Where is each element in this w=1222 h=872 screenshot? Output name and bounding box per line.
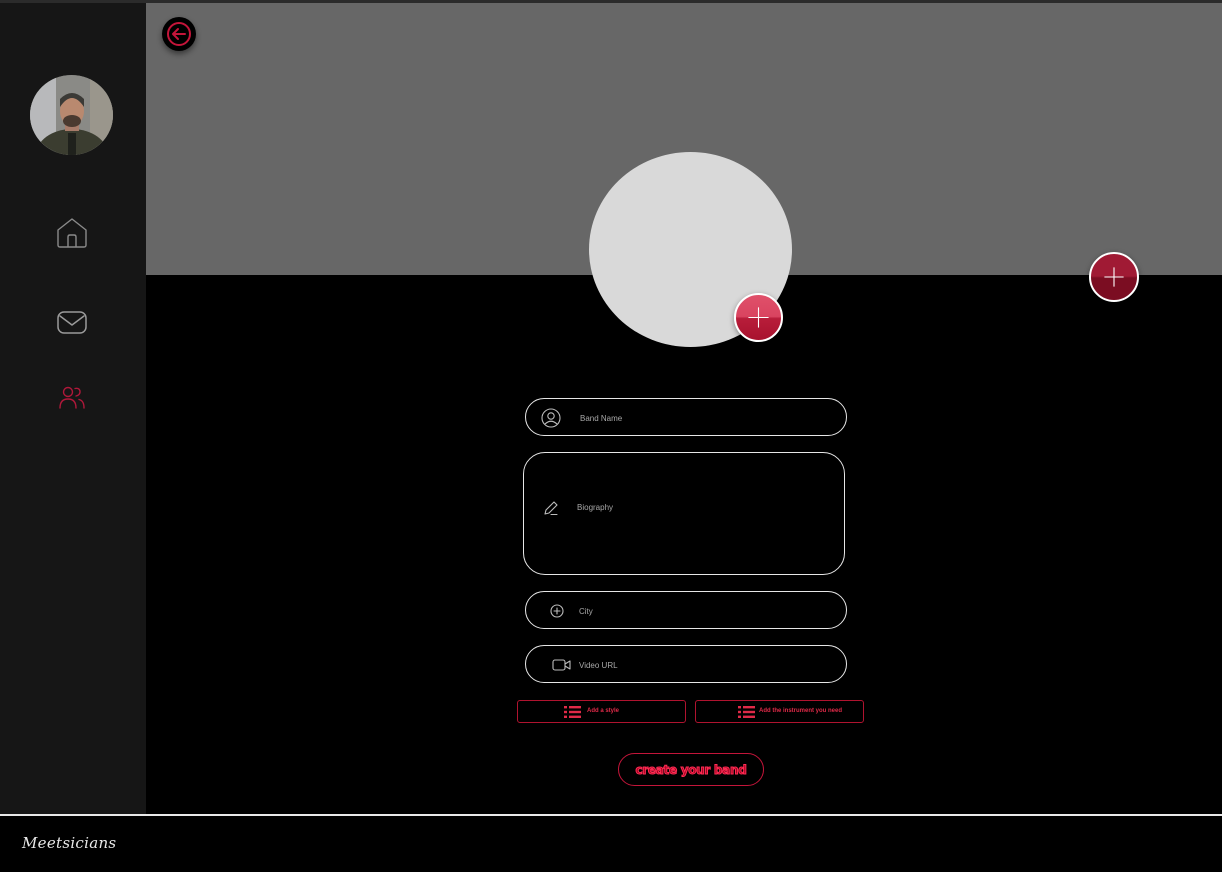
app-logo: Meetsicians: [22, 834, 117, 852]
create-band-label: create your band: [635, 762, 747, 777]
biography-field[interactable]: [523, 452, 845, 575]
mail-icon: [57, 311, 87, 334]
video-camera-icon: [551, 654, 573, 676]
nav-messages[interactable]: [55, 305, 89, 339]
create-band-button[interactable]: create your band: [618, 753, 764, 786]
biography-input[interactable]: [577, 503, 827, 563]
plus-circle-icon: [546, 600, 568, 622]
avatar[interactable]: [30, 75, 113, 155]
sidebar: [0, 3, 146, 814]
video-url-field[interactable]: [525, 645, 847, 683]
list-icon: [738, 706, 755, 718]
add-style-label: Add a style: [587, 708, 620, 714]
plus-icon: [1104, 267, 1124, 287]
add-instrument-button[interactable]: Add the instrument you need: [695, 700, 864, 723]
home-icon: [57, 218, 87, 248]
avatar-photo: [30, 75, 113, 155]
user-circle-icon: [540, 407, 562, 429]
city-input[interactable]: [579, 605, 829, 617]
list-icon: [564, 706, 581, 718]
plus-icon: [748, 307, 769, 328]
arrow-left-icon: [167, 22, 191, 46]
add-style-button[interactable]: Add a style: [517, 700, 686, 723]
footer-divider: [0, 814, 1222, 816]
add-band-photo-button[interactable]: [734, 293, 783, 342]
nav-bands[interactable]: [55, 380, 89, 414]
add-cover-photo-button[interactable]: [1089, 252, 1139, 302]
city-field[interactable]: [525, 591, 847, 629]
nav-home[interactable]: [55, 216, 89, 250]
band-name-input[interactable]: [580, 412, 830, 424]
band-name-field[interactable]: [525, 398, 847, 436]
users-icon: [59, 386, 85, 409]
back-button[interactable]: [162, 17, 196, 51]
video-url-input[interactable]: [579, 659, 829, 671]
add-instrument-label: Add the instrument you need: [759, 708, 843, 714]
pencil-icon: [540, 497, 562, 519]
